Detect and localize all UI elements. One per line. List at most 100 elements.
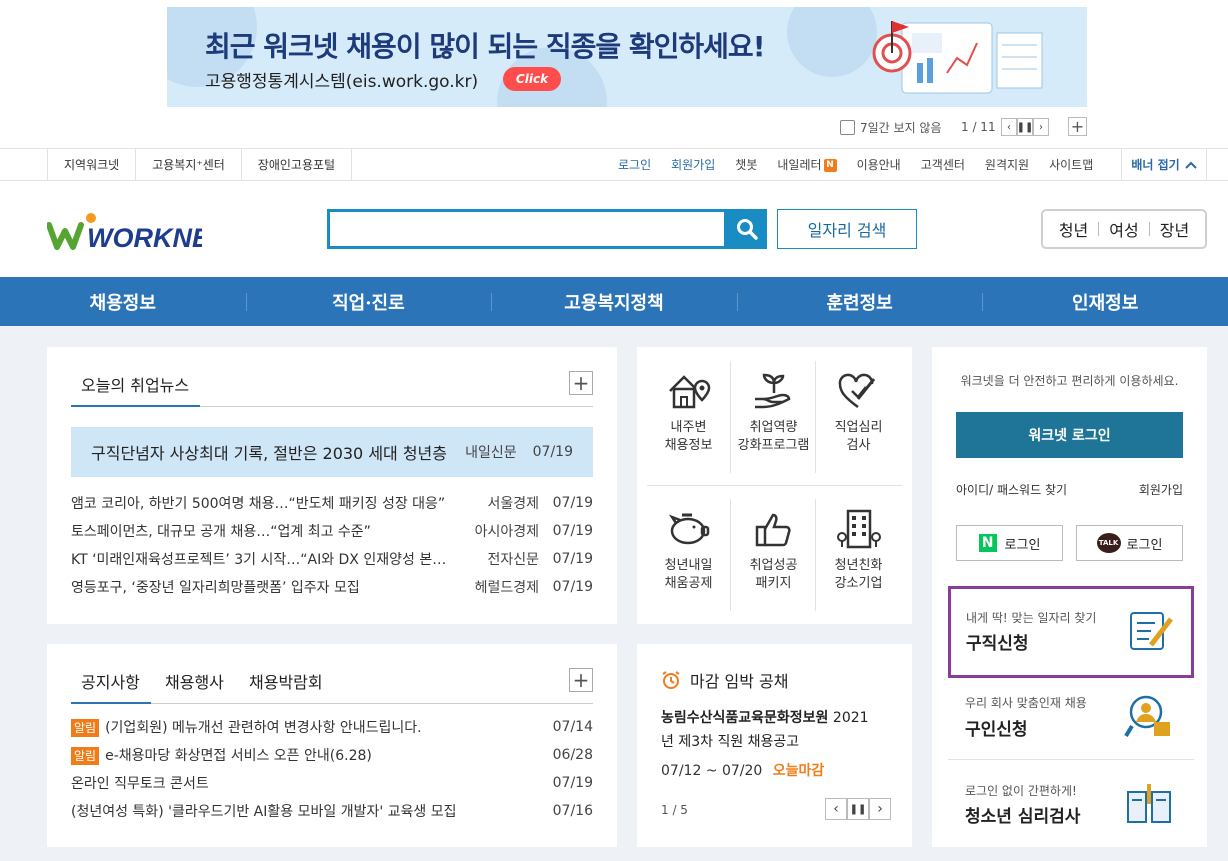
- worknet-login-button[interactable]: 워크넷 로그인: [956, 412, 1183, 458]
- deadline-controls: ‹ ❚❚ ›: [825, 798, 891, 820]
- youth-link[interactable]: 청년: [1059, 217, 1088, 241]
- regional-worknet-link[interactable]: 지역워크넷: [48, 149, 137, 180]
- service-label: 채용정보: [664, 438, 713, 453]
- hand-sprout-icon: [754, 373, 790, 409]
- notice-date: 07/14: [552, 719, 593, 735]
- deadline-item[interactable]: 농림수산식품교육문화정보원 2021 년 제3차 직원 채용공고: [661, 706, 891, 754]
- service-psych-test[interactable]: 직업심리 검사: [816, 369, 901, 489]
- nav-career[interactable]: 직업·진로: [245, 277, 492, 326]
- join-link[interactable]: 회원가입: [671, 156, 715, 173]
- alarm-clock-icon: [662, 671, 680, 689]
- news-list-item[interactable]: 앰코 코리아, 하반기 500여명 채용…“반도체 패키징 성장 대응” 서울경…: [71, 493, 593, 513]
- banner-pause-button[interactable]: ❚❚: [1017, 118, 1033, 136]
- notice-title: (청년여성 특화) '클라우드기반 AI활용 모바일 개발자' 교육생 모집: [71, 804, 457, 820]
- deadline-next-button[interactable]: ›: [869, 798, 891, 820]
- middle-aged-link[interactable]: 장년: [1160, 217, 1189, 241]
- chevron-up-icon: [1184, 161, 1197, 169]
- service-nearby-jobs[interactable]: 내주변 채용정보: [646, 369, 731, 489]
- worknet-logo[interactable]: WORKNET: [47, 211, 202, 251]
- sitemap-link[interactable]: 사이트맵: [1049, 156, 1093, 173]
- service-label: 청년내일: [664, 558, 713, 573]
- naver-login-button[interactable]: N 로그인: [956, 525, 1063, 561]
- notice-date: 07/16: [552, 803, 593, 819]
- nav-talent[interactable]: 인재정보: [982, 277, 1228, 326]
- job-seek-register-box[interactable]: 내게 딱! 맞는 일자리 찾기 구직신청: [948, 586, 1194, 678]
- youth-test-caption: 로그인 없이 간편하게!: [965, 784, 1077, 798]
- notice-list-item[interactable]: 알림 e-채용마당 화상면접 서비스 오픈 안내(6.28) 06/28: [71, 745, 593, 765]
- deadline-prev-button[interactable]: ‹: [825, 798, 847, 820]
- deadline-pause-button[interactable]: ❚❚: [847, 798, 869, 820]
- news-title: 영등포구, ‘중장년 일자리희망플랫폼’ 입주자 모집: [71, 580, 360, 596]
- deadline-title: 마감 임박 공채: [690, 672, 789, 691]
- women-link[interactable]: 여성: [1109, 217, 1138, 241]
- tab-job-fair[interactable]: 채용박람회: [249, 669, 323, 693]
- search-input[interactable]: [327, 209, 727, 249]
- guide-link[interactable]: 이용안내: [857, 156, 901, 173]
- service-label: 검사: [846, 438, 871, 453]
- service-label: 패키지: [755, 576, 792, 591]
- kakao-login-label: 로그인: [1126, 537, 1163, 553]
- promo-banner[interactable]: 최근 워크넷 채용이 많이 되는 직종을 확인하세요! 고용행정통계시스템(ei…: [167, 7, 1087, 107]
- youth-psych-test-box[interactable]: 로그인 없이 간편하게! 청소년 심리검사: [948, 762, 1194, 846]
- banner-fold-button[interactable]: 배너 접기: [1121, 149, 1207, 180]
- tab-notice[interactable]: 공지사항: [71, 669, 151, 704]
- customer-center-link[interactable]: 고객센터: [921, 156, 965, 173]
- login-link[interactable]: 로그인: [618, 156, 651, 173]
- news-more-button[interactable]: +: [569, 371, 593, 395]
- side-join-link[interactable]: 회원가입: [1139, 481, 1183, 498]
- disabled-employment-portal-link[interactable]: 장애인고용포털: [242, 149, 353, 180]
- search-button[interactable]: [727, 209, 767, 249]
- nav-training[interactable]: 훈련정보: [736, 277, 983, 326]
- login-intro: 워크넷을 더 안전하고 편리하게 이용하세요.: [960, 374, 1179, 388]
- kakao-login-button[interactable]: TALK 로그인: [1076, 525, 1183, 561]
- find-id-password-link[interactable]: 아이디/ 패스워드 찾기: [956, 481, 1067, 498]
- nav-welfare-policy[interactable]: 고용복지정책: [491, 277, 737, 326]
- logo-text: WORKNET: [87, 223, 202, 251]
- news-list-item[interactable]: 토스페이먼츠, 대규모 공개 채용…“업계 최고 수준” 아시아경제 07/19: [71, 521, 593, 541]
- tab-today-news[interactable]: 오늘의 취업뉴스: [71, 372, 200, 407]
- hide-7days-checkbox[interactable]: [840, 119, 855, 135]
- thumbs-up-icon: [755, 513, 791, 547]
- notice-list-item[interactable]: (청년여성 특화) '클라우드기반 AI활용 모바일 개발자' 교육생 모집 0…: [71, 801, 593, 821]
- banner-prev-button[interactable]: ‹: [1001, 118, 1017, 136]
- employment-welfare-center-link[interactable]: 고용복지⁺센터: [136, 149, 242, 180]
- banner-pager-text: 1 / 11: [961, 120, 996, 134]
- banner-title: 최근 워크넷 채용이 많이 되는 직종을 확인하세요!: [205, 30, 765, 63]
- tab-job-fair-label: 채용박람회: [249, 673, 323, 692]
- news-card: 오늘의 취업뉴스 + 구직단념자 사상최대 기록, 절반은 2030 세대 청년…: [47, 347, 617, 624]
- job-seek-title: 구직신청: [966, 634, 1029, 654]
- service-youth-friendly-sme[interactable]: 청년친화 강소기업: [816, 507, 901, 627]
- news-list-item[interactable]: KT ‘미래인재육성프로젝트’ 3기 시작…“AI와 DX 인재양성 본격화” …: [71, 549, 593, 569]
- service-employment-capacity[interactable]: 취업역량 강화프로그램: [731, 369, 816, 489]
- notice-list-item[interactable]: 온라인 직무토크 콘서트 07/19: [71, 773, 593, 793]
- notice-list-item[interactable]: 알림 (기업회원) 메뉴개선 관련하여 변경사항 안내드립니다. 07/14: [71, 717, 593, 737]
- tab-notice-label: 공지사항: [81, 673, 140, 692]
- banner-more-button[interactable]: +: [1068, 116, 1087, 136]
- news-source: 전자신문: [487, 552, 539, 568]
- chatbot-link[interactable]: 챗봇: [735, 156, 757, 173]
- notice-card: 공지사항 채용행사 채용박람회 + 알림 (기업회원) 메뉴개선 관련하여 변경사…: [47, 644, 617, 847]
- remote-support-link[interactable]: 원격지원: [985, 156, 1029, 173]
- news-list-item[interactable]: 영등포구, ‘중장년 일자리희망플랫폼’ 입주자 모집 헤럴드경제 07/19: [71, 577, 593, 597]
- hide-7days-label: 7일간 보지 않음: [860, 120, 942, 135]
- nav-job-info[interactable]: 채용정보: [0, 277, 246, 326]
- tab-recruit-event-label: 채용행사: [165, 673, 224, 692]
- deadline-org: 농림수산식품교육문화정보원: [661, 710, 829, 726]
- news-date: 07/19: [552, 579, 593, 595]
- service-success-package[interactable]: 취업성공 패키지: [731, 507, 816, 627]
- job-search-button[interactable]: 일자리 검색: [777, 209, 917, 249]
- newsletter-link[interactable]: 내일레터 N: [777, 156, 837, 173]
- deadline-header: 마감 임박 공채: [661, 668, 789, 692]
- service-youth-savings[interactable]: 청년내일 채움공제: [646, 507, 731, 627]
- job-offer-register-box[interactable]: 우리 회사 맞춤인재 채용 구인신청: [948, 680, 1194, 760]
- news-highlight[interactable]: 구직단념자 사상최대 기록, 절반은 2030 세대 청년층 내일신문 07/1…: [71, 427, 593, 477]
- job-offer-title: 구인신청: [965, 720, 1028, 740]
- deadline-year: 2021: [832, 710, 869, 726]
- tab-recruit-event[interactable]: 채용행사: [165, 669, 224, 693]
- member-menu: 로그인 회원가입 챗봇 내일레터 N 이용안내 고객센터 원격지원 사이트맵: [618, 149, 1113, 180]
- deadline-card: 마감 임박 공채 농림수산식품교육문화정보원 2021 년 제3차 직원 채용공…: [637, 644, 912, 847]
- notice-more-button[interactable]: +: [569, 668, 593, 692]
- hide-7days-option[interactable]: 7일간 보지 않음: [840, 118, 942, 136]
- banner-next-button[interactable]: ›: [1033, 118, 1049, 136]
- group-links: 청년 여성 장년: [1041, 209, 1207, 249]
